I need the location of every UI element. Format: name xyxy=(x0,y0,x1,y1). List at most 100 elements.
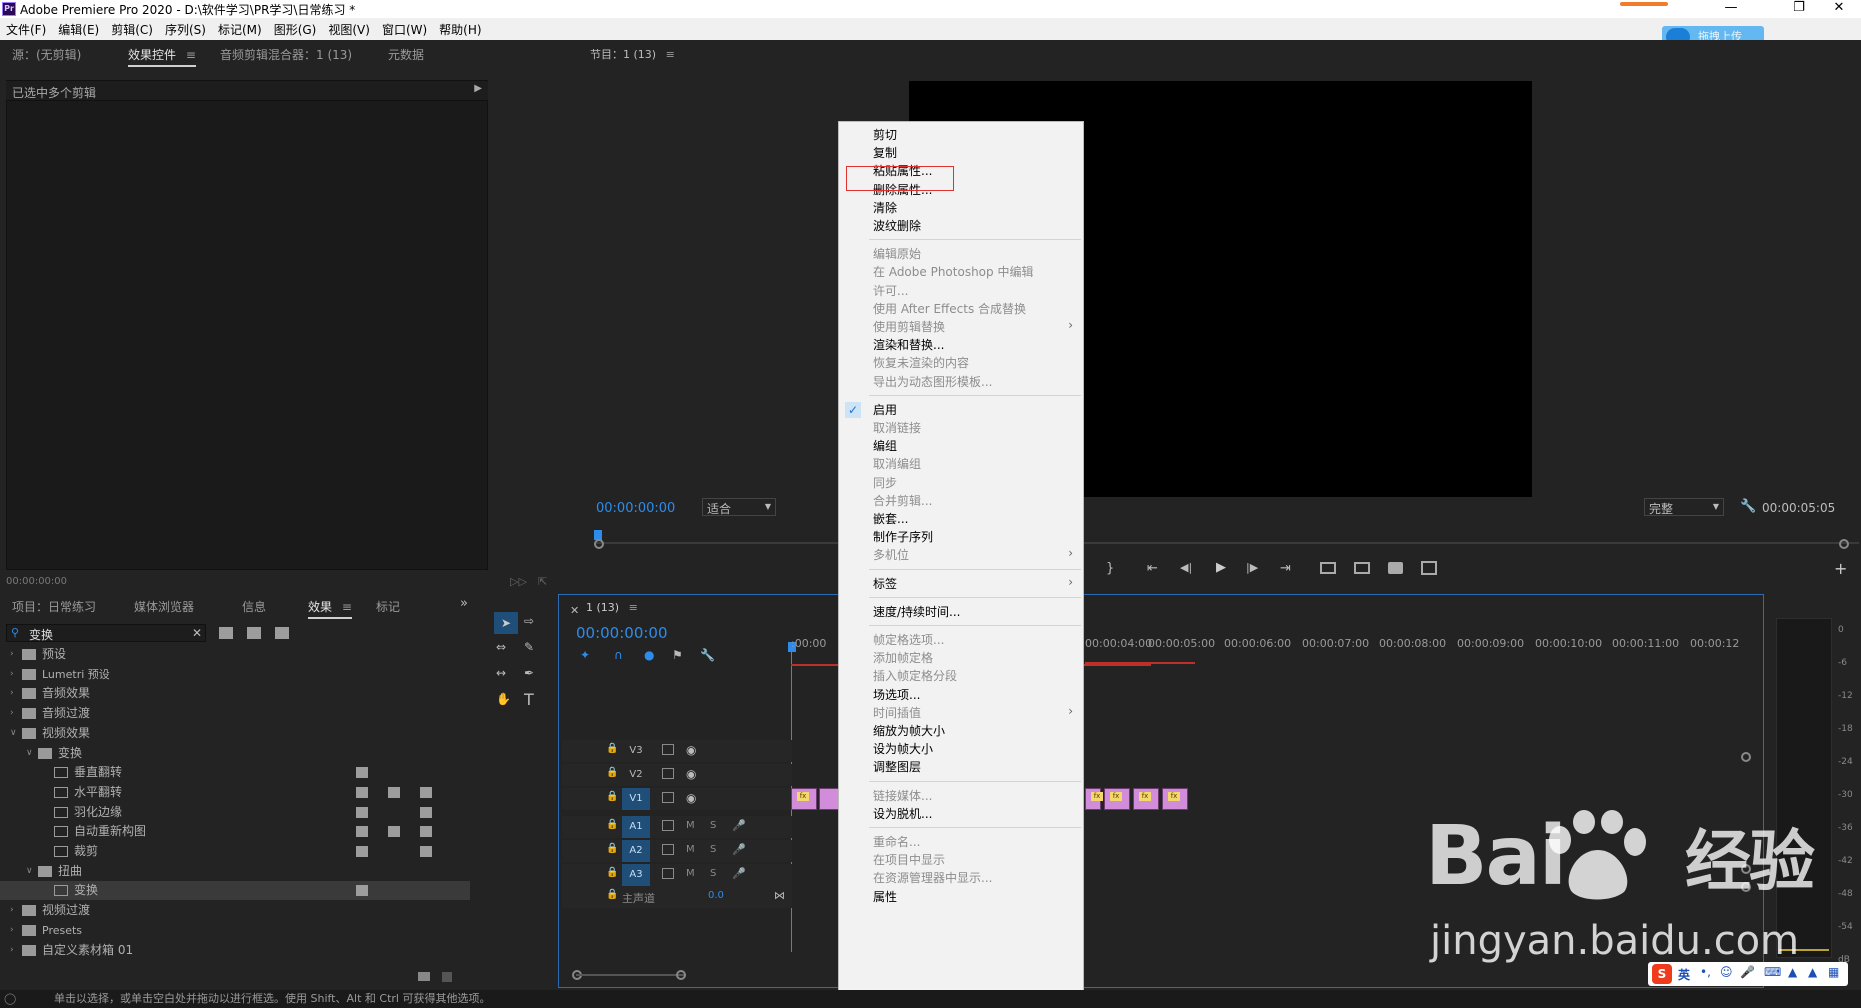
lock-icon[interactable]: 🔒 xyxy=(606,867,618,878)
context-menu-item[interactable]: 取消编组 xyxy=(873,455,921,473)
eye-icon[interactable]: ◉ xyxy=(686,743,696,757)
voice-icon[interactable]: 🎤 xyxy=(1740,965,1755,979)
minimize-button[interactable]: — xyxy=(1708,0,1754,18)
microphone-icon[interactable]: 🎤 xyxy=(732,843,746,856)
menu-item[interactable]: 编辑(E) xyxy=(52,18,105,38)
add-button-icon[interactable]: + xyxy=(1834,559,1847,578)
menu-item[interactable]: 剪辑(C) xyxy=(105,18,159,38)
context-menu-item[interactable]: 使用 After Effects 合成替换 xyxy=(873,300,1026,318)
program-timecode[interactable]: 00:00:00:00 xyxy=(596,501,675,516)
tab-metadata[interactable]: 元数据 xyxy=(388,46,424,63)
tree-effect[interactable]: 变换 xyxy=(0,881,470,901)
camera-icon[interactable] xyxy=(1388,562,1403,574)
solo-button[interactable]: S xyxy=(710,868,716,879)
yuv-effects-icon[interactable] xyxy=(275,627,289,639)
type-tool-icon[interactable]: T xyxy=(524,690,534,709)
context-menu-item[interactable]: 时间插值 xyxy=(873,704,921,722)
clip[interactable]: fx xyxy=(1162,788,1188,810)
tree-folder[interactable]: › 自定义素材箱 01 xyxy=(0,941,470,960)
context-menu-item[interactable]: 设为脱机... xyxy=(873,805,932,823)
chevron-right-icon[interactable]: › xyxy=(10,665,14,684)
track-target[interactable]: V3 xyxy=(622,740,650,762)
track-target[interactable]: V1 xyxy=(622,788,650,810)
context-menu-item[interactable]: 编组 xyxy=(873,437,897,455)
toolbox-icon[interactable]: ▦ xyxy=(1828,965,1839,979)
tab-program[interactable]: 节目：1 (13) ≡ xyxy=(590,46,675,62)
delete-icon[interactable] xyxy=(442,972,452,982)
tree-effect[interactable]: 水平翻转 xyxy=(0,783,470,802)
sync-lock-icon[interactable] xyxy=(662,820,674,831)
context-menu-item[interactable]: 合并剪辑... xyxy=(873,492,932,510)
context-menu-item[interactable]: 波纹删除 xyxy=(873,217,921,235)
fit-dropdown[interactable]: 适合 ▼ xyxy=(702,498,776,516)
scrubber-start-handle[interactable] xyxy=(594,539,604,549)
clip[interactable]: fx xyxy=(1085,788,1103,810)
tab-effects[interactable]: 效果 ≡ xyxy=(308,598,352,619)
lock-icon[interactable]: 🔒 xyxy=(606,843,618,854)
tree-effect[interactable]: 垂直翻转 xyxy=(0,763,470,782)
accelerated-effects-icon[interactable] xyxy=(219,627,233,639)
tree-effect[interactable]: 自动重新构图 xyxy=(0,822,470,841)
lock-icon[interactable]: 🔒 xyxy=(606,819,618,830)
sync-lock-icon[interactable] xyxy=(662,768,674,779)
menu-item[interactable]: 视图(V) xyxy=(322,18,376,38)
context-menu-item[interactable]: 在资源管理器中显示... xyxy=(873,869,992,887)
step-forward-icon[interactable]: |▶ xyxy=(1246,561,1258,574)
chevron-down-icon[interactable]: ∨ xyxy=(26,862,33,881)
mute-button[interactable]: M xyxy=(686,844,695,855)
go-to-in-icon[interactable]: ⇤ xyxy=(1147,561,1158,576)
master-end-icon[interactable]: ⋈ xyxy=(774,889,785,902)
hand-tool-icon[interactable]: ✋ xyxy=(496,692,511,706)
menu-item[interactable]: 标记(M) xyxy=(212,18,268,38)
program-menu-icon[interactable]: ≡ xyxy=(666,48,675,61)
extract-icon[interactable] xyxy=(1354,562,1370,574)
lift-icon[interactable] xyxy=(1320,562,1336,574)
comparison-view-icon[interactable] xyxy=(1421,561,1437,575)
tree-folder[interactable]: ∨ 视频效果 xyxy=(0,724,470,743)
sync-lock-icon[interactable] xyxy=(662,792,674,803)
mute-button[interactable]: M xyxy=(686,868,695,879)
tree-folder[interactable]: › 视频过渡 xyxy=(0,901,470,920)
context-menu-item[interactable]: 属性 xyxy=(873,888,897,906)
sync-lock-icon[interactable] xyxy=(662,844,674,855)
context-menu-item[interactable]: 添加帧定格 xyxy=(873,649,933,667)
context-menu-item[interactable]: 速度/持续时间... xyxy=(873,603,961,621)
tree-folder[interactable]: › 预设 xyxy=(0,645,470,664)
effects-search-input[interactable]: 变换 xyxy=(29,626,53,643)
slip-tool-icon[interactable]: ↔ xyxy=(496,666,506,680)
eye-icon[interactable]: ◉ xyxy=(686,791,696,805)
context-menu-item[interactable]: 许可... xyxy=(873,282,908,300)
context-menu-item[interactable]: 制作子序列 xyxy=(873,528,933,546)
tree-folder[interactable]: ∨ 变换 xyxy=(0,744,470,763)
track-target[interactable]: A2 xyxy=(622,840,650,862)
chevron-right-icon[interactable]: › xyxy=(10,921,14,940)
eye-icon[interactable]: ◉ xyxy=(686,767,696,781)
context-menu-item[interactable]: 重命名... xyxy=(873,833,920,851)
expand-arrow-icon[interactable]: ▶ xyxy=(474,83,482,94)
chevron-right-icon[interactable]: › xyxy=(10,645,14,664)
sync-lock-icon[interactable] xyxy=(662,868,674,879)
quality-dropdown[interactable]: 完整 ▼ xyxy=(1644,498,1724,516)
microphone-icon[interactable]: 🎤 xyxy=(732,867,746,880)
tab-source[interactable]: 源：(无剪辑) xyxy=(12,46,81,63)
context-menu-item[interactable]: 场选项... xyxy=(873,686,920,704)
play-icon[interactable]: ▶ xyxy=(1216,560,1226,575)
clear-search-icon[interactable]: ✕ xyxy=(192,626,202,640)
more-tabs-icon[interactable]: » xyxy=(460,596,468,611)
go-to-out-icon[interactable]: ⇥ xyxy=(1280,561,1291,576)
scrubber-end-handle[interactable] xyxy=(1839,539,1849,549)
selection-tool-icon[interactable]: ➤ xyxy=(494,612,518,634)
punctuation-icon[interactable]: •, xyxy=(1700,965,1711,979)
tab-media-browser[interactable]: 媒体浏览器 xyxy=(134,598,194,615)
track-select-tool-icon[interactable]: ⇨ xyxy=(524,614,534,628)
step-back-icon[interactable]: ◀| xyxy=(1180,561,1192,574)
track-target[interactable]: V2 xyxy=(622,764,650,786)
menu-item[interactable]: 窗口(W) xyxy=(376,18,433,38)
context-menu-item[interactable]: 插入帧定格分段 xyxy=(873,667,957,685)
tab-effect-controls[interactable]: 效果控件 ≡ xyxy=(128,46,196,67)
lock-icon[interactable]: 🔒 xyxy=(606,889,618,900)
context-menu-item[interactable]: 链接媒体... xyxy=(873,787,932,805)
context-menu-item[interactable]: 设为帧大小 xyxy=(873,740,933,758)
lock-icon[interactable]: 🔒 xyxy=(606,743,618,754)
track-header-v3[interactable]: 🔒 V3 ◉ xyxy=(562,740,792,762)
